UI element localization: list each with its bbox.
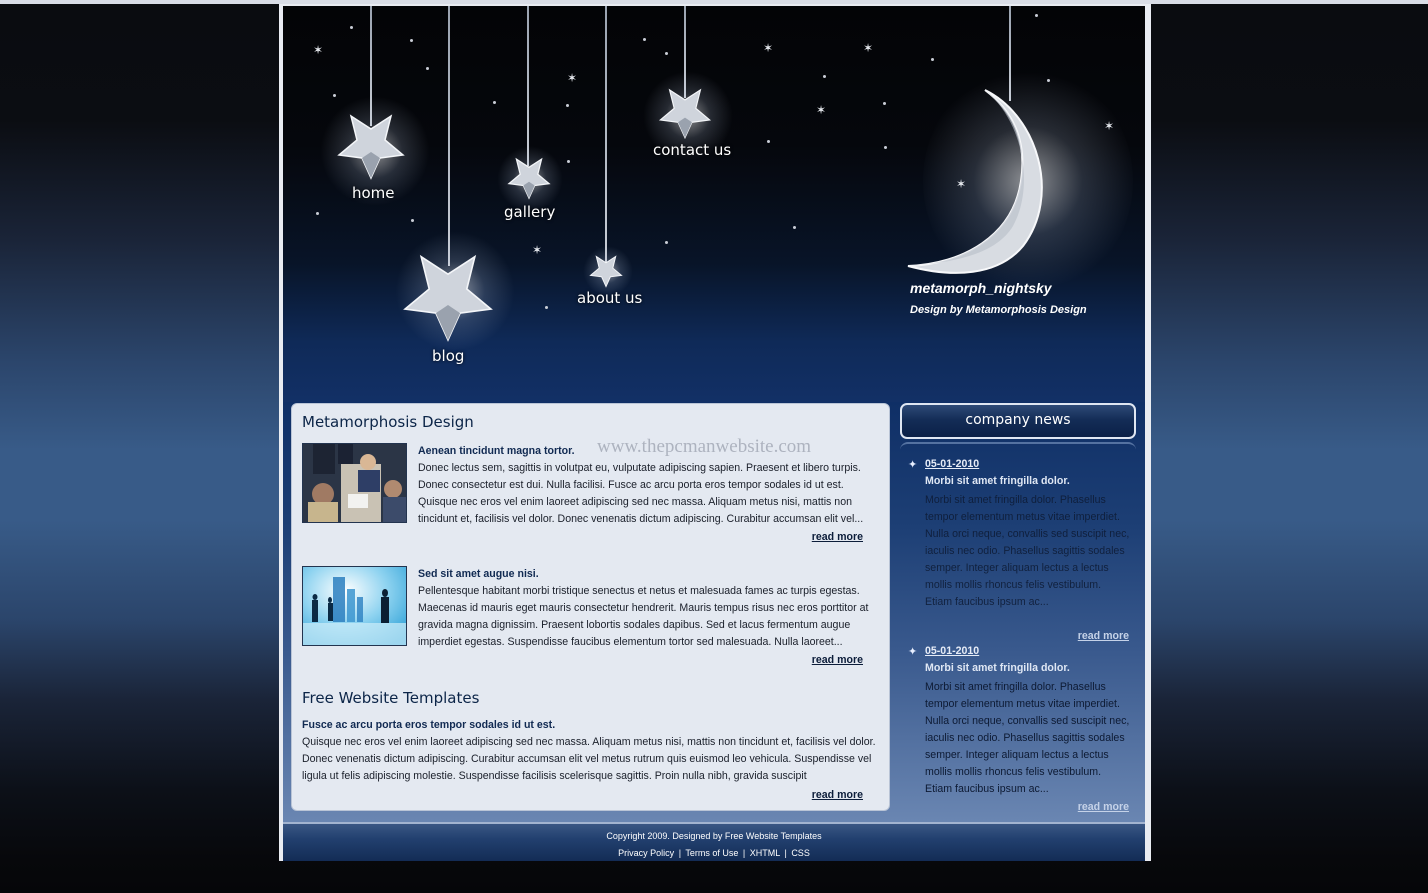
news-read-more-link[interactable]: read more [1078, 801, 1129, 813]
news-body: Morbi sit amet fringilla dolor. Phasellu… [925, 494, 1130, 608]
dot-star [493, 101, 496, 104]
separator: | [742, 848, 746, 858]
section-body: Quisque nec eros vel enim laoreet adipis… [302, 736, 876, 782]
twinkle-star-icon: ✶ [956, 177, 967, 191]
header-banner: ✶ ✶ ✶ ✶ ✶ ✶ ✶ ✶ home gallery blog about … [283, 6, 1145, 402]
twinkle-star-icon: ✶ [863, 41, 874, 55]
twinkle-star-icon: ✶ [1104, 119, 1115, 133]
article-body: Pellentesque habitant morbi tristique se… [418, 585, 869, 648]
dot-star [316, 212, 319, 215]
dot-star [426, 67, 429, 70]
dot-star [1035, 14, 1038, 17]
sparkle-bullet-icon: ✦ [908, 646, 918, 658]
company-news-heading: company news [900, 403, 1136, 439]
nav-blog[interactable]: blog [432, 347, 464, 365]
news-item: ✦ 05-01-2010 Morbi sit amet fringilla do… [908, 458, 1133, 642]
page-footer: Copyright 2009. Designed by Free Website… [283, 822, 1145, 861]
separator: | [784, 848, 787, 858]
dot-star [767, 140, 770, 143]
section-text: Fusce ac arcu porta eros tempor sodales … [302, 717, 882, 785]
section-title: Metamorphosis Design [302, 413, 474, 431]
business-meeting-photo [302, 443, 407, 523]
read-more-link[interactable]: read more [812, 654, 863, 666]
twinkle-star-icon: ✶ [313, 43, 324, 57]
dot-star [823, 75, 826, 78]
dot-star [1047, 79, 1050, 82]
nav-contact-us[interactable]: contact us [653, 141, 731, 159]
privacy-policy-link[interactable]: Privacy Policy [618, 848, 674, 858]
star-icon [658, 88, 712, 140]
article-item: Sed sit amet augue nisi. Pellentesque ha… [302, 566, 877, 676]
read-more-link[interactable]: read more [812, 789, 863, 801]
dot-star [931, 58, 934, 61]
css-link[interactable]: CSS [791, 848, 810, 858]
read-more-link[interactable]: read more [812, 531, 863, 543]
news-title: Morbi sit amet fringilla dolor. [925, 475, 1070, 487]
dot-star [545, 306, 548, 309]
star-icon [507, 157, 551, 200]
news-read-more-link[interactable]: read more [1078, 630, 1129, 642]
separator: | [678, 848, 682, 858]
news-item: ✦ 05-01-2010 Morbi sit amet fringilla do… [908, 645, 1133, 825]
footer-links: Privacy Policy | Terms of Use | XHTML | … [283, 848, 1145, 858]
star-icon [403, 254, 493, 342]
dot-star [567, 160, 570, 163]
dot-star [350, 26, 353, 29]
twinkle-star-icon: ✶ [532, 243, 543, 257]
hanging-string [448, 6, 450, 266]
news-date-link[interactable]: 05-01-2010 [925, 458, 979, 470]
article-item: Aenean tincidunt magna tortor. Donec lec… [302, 443, 877, 553]
main-content-panel: Metamorphosis Design www.thepcmanwebsite… [291, 403, 890, 811]
copyright-text: Copyright 2009. Designed by Free Website… [606, 831, 822, 841]
news-date-link[interactable]: 05-01-2010 [925, 645, 979, 657]
crescent-moon-icon [907, 89, 1043, 274]
sparkle-bullet-icon: ✦ [908, 459, 918, 471]
page-frame: ✶ ✶ ✶ ✶ ✶ ✶ ✶ ✶ home gallery blog about … [279, 4, 1151, 861]
business-silhouettes-photo [302, 566, 407, 646]
dot-star [665, 241, 668, 244]
article-body: Donec lectus sem, sagittis in volutpat e… [418, 462, 864, 525]
twinkle-star-icon: ✶ [567, 71, 578, 85]
hanging-string [527, 6, 529, 166]
site-name: metamorph_nightsky [910, 280, 1052, 296]
company-news-list: ✦ 05-01-2010 Morbi sit amet fringilla do… [900, 442, 1136, 817]
nav-gallery[interactable]: gallery [504, 203, 555, 221]
site-brand: metamorph_nightsky Design by Metamorphos… [910, 280, 1087, 316]
dot-star [883, 102, 886, 105]
dot-star [793, 226, 796, 229]
xhtml-link[interactable]: XHTML [750, 848, 780, 858]
hanging-string [605, 6, 607, 268]
dot-star [410, 39, 413, 42]
news-title: Morbi sit amet fringilla dolor. [925, 662, 1070, 674]
dot-star [333, 94, 336, 97]
article-text: Sed sit amet augue nisi. Pellentesque ha… [418, 566, 876, 651]
article-title: Sed sit amet augue nisi. [418, 568, 539, 580]
dot-star [884, 146, 887, 149]
dot-star [643, 38, 646, 41]
twinkle-star-icon: ✶ [763, 41, 774, 55]
star-icon [337, 114, 405, 180]
nav-home[interactable]: home [352, 184, 395, 202]
section-title: Free Website Templates [302, 689, 480, 707]
section-subtitle: Fusce ac arcu porta eros tempor sodales … [302, 719, 556, 731]
terms-of-use-link[interactable]: Terms of Use [685, 848, 738, 858]
article-text: Aenean tincidunt magna tortor. Donec lec… [418, 443, 876, 528]
twinkle-star-icon: ✶ [816, 103, 827, 117]
dot-star [665, 52, 668, 55]
dot-star [566, 104, 569, 107]
star-icon [589, 255, 623, 288]
site-tagline: Design by Metamorphosis Design [910, 304, 1087, 316]
news-body: Morbi sit amet fringilla dolor. Phasellu… [925, 681, 1130, 795]
nav-about-us[interactable]: about us [577, 289, 642, 307]
article-title: Aenean tincidunt magna tortor. [418, 445, 575, 457]
dot-star [411, 219, 414, 222]
